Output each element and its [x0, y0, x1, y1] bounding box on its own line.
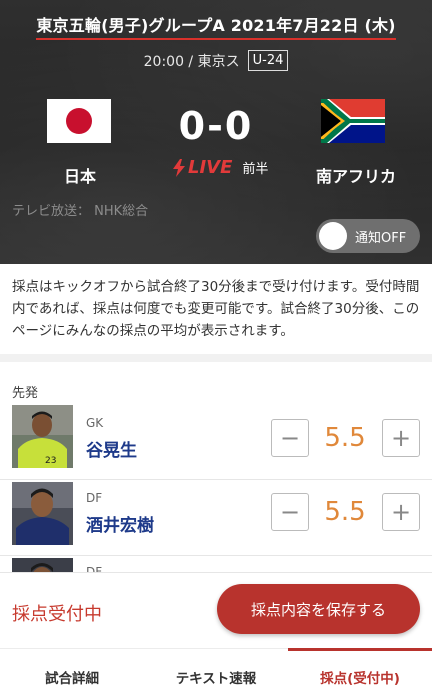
broadcast-info: テレビ放送： NHK総合: [12, 204, 149, 219]
live-label: LIVE: [188, 157, 233, 178]
player-photo: [12, 482, 73, 545]
toggle-knob: [319, 222, 347, 250]
notification-toggle[interactable]: 通知OFF: [316, 219, 420, 253]
match-title: 東京五輪(男子)グループA 2021年7月22日 (木): [0, 12, 432, 40]
shirt-number: 23: [45, 456, 56, 466]
increase-rating-button[interactable]: +: [382, 419, 420, 457]
increase-rating-button[interactable]: +: [382, 493, 420, 531]
player-position: GK: [86, 416, 104, 430]
player-rating: 5.5: [324, 497, 366, 527]
bottom-tabs: 試合詳細 テキスト速報 採点(受付中): [0, 648, 432, 700]
match-title-text: 東京五輪(男子)グループA 2021年7月22日 (木): [36, 16, 396, 40]
starting-lineup-label: 先発: [12, 386, 39, 401]
player-row: DF 酒井宏樹 − 5.5 +: [0, 481, 432, 556]
match-period: 前半: [242, 162, 269, 177]
time-venue: 20:00 / 東京ス: [143, 53, 240, 70]
south-africa-flag-icon: [321, 99, 385, 143]
lightning-icon: [173, 158, 185, 177]
player-photo: 23: [12, 405, 73, 468]
category-badge: U-24: [247, 50, 289, 71]
tab-text-live[interactable]: テキスト速報: [144, 649, 288, 700]
notification-toggle-label: 通知OFF: [355, 230, 407, 246]
home-team-name: 日本: [63, 167, 96, 186]
decrease-rating-button[interactable]: −: [271, 419, 309, 457]
tab-ratings[interactable]: 採点(受付中): [288, 648, 432, 700]
score: 0-0: [178, 104, 254, 148]
player-rating: 5.5: [324, 423, 366, 453]
player-name: 谷晃生: [86, 441, 137, 461]
match-meta: 20:00 / 東京ス U-24: [0, 50, 432, 71]
player-name: 酒井宏樹: [86, 516, 154, 536]
tab-match-details[interactable]: 試合詳細: [0, 649, 144, 700]
decrease-rating-button[interactable]: −: [271, 493, 309, 531]
save-ratings-button[interactable]: 採点内容を保存する: [217, 584, 420, 634]
live-indicator: LIVE 前半: [172, 157, 268, 178]
player-row: 23 GK 谷晃生 − 5.5 +: [0, 405, 432, 480]
rating-status: 採点受付中: [12, 604, 102, 625]
player-position: DF: [86, 491, 103, 505]
section-divider: [0, 354, 432, 362]
rating-notice: 採点はキックオフから試合終了30分後まで受け付けます。受付時間内であれば、採点は…: [0, 264, 432, 354]
match-header: 東京五輪(男子)グループA 2021年7月22日 (木) 20:00 / 東京ス…: [0, 0, 432, 264]
rating-action-bar: 採点受付中 採点内容を保存する: [0, 572, 432, 648]
japan-flag-icon: [47, 99, 111, 143]
away-team-name: 南アフリカ: [315, 167, 396, 186]
